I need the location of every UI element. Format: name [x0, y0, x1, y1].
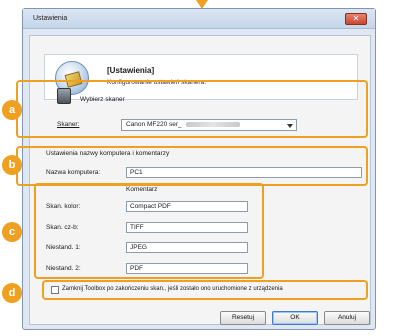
- ok-button[interactable]: OK: [272, 311, 318, 325]
- chevron-down-icon: [287, 124, 293, 128]
- callout-badge-b: b: [2, 155, 22, 175]
- comment-input-bw[interactable]: TIFF: [126, 222, 248, 233]
- callout-badge-d: d: [2, 283, 22, 303]
- close-toolbox-checkbox[interactable]: [51, 286, 59, 294]
- comment-column-header: Komentarz: [126, 186, 158, 193]
- comment-row-label: Skan. kolor:: [46, 203, 81, 210]
- redacted-blur: [185, 121, 240, 127]
- window-title: Ustawienia: [33, 15, 68, 22]
- scanner-select-value: Canon MF220 ser_: [126, 121, 182, 128]
- comment-row-label: Niestand. 1:: [46, 244, 81, 251]
- comment-input-custom-1[interactable]: JPEG: [126, 242, 248, 253]
- callout-badge-c: c: [2, 222, 22, 242]
- scanner-select[interactable]: Canon MF220 ser_: [121, 119, 297, 131]
- comment-row-label: Skan. cz-b:: [46, 224, 79, 231]
- close-toolbox-label: Zamknij Toolbox po zakończeniu skan., je…: [62, 286, 283, 292]
- comment-row-label: Niestand. 2:: [46, 265, 81, 272]
- computer-name-section-title: Ustawienia nazwy komputera i komentarzy: [46, 150, 170, 157]
- close-button[interactable]: ✕: [345, 13, 367, 25]
- computer-name-label: Nazwa komputera:: [46, 169, 101, 176]
- scanner-icon: [57, 88, 71, 104]
- reset-button[interactable]: Resetuj: [220, 311, 266, 325]
- cancel-button[interactable]: Anuluj: [324, 311, 370, 325]
- callout-badge-a: a: [2, 100, 22, 120]
- title-bar: Ustawienia ✕: [23, 9, 375, 29]
- comment-input-color[interactable]: Compact PDF: [126, 201, 248, 212]
- header-title: [Ustawienia]: [107, 66, 155, 75]
- comment-input-custom-2[interactable]: PDF: [126, 263, 248, 274]
- scanner-label: Skaner:: [57, 121, 80, 128]
- select-scanner-title: Wybierz skaner: [80, 96, 125, 103]
- computer-name-input[interactable]: PC1: [126, 167, 362, 178]
